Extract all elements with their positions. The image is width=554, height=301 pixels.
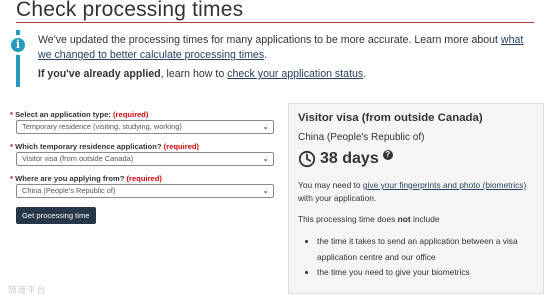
application-type-label-text: Select an application type:: [15, 110, 113, 119]
notice-line-1: We've updated the processing times for m…: [38, 33, 528, 63]
already-applied-text: If you've already applied: [38, 68, 161, 80]
notice-text: We've updated the processing times for m…: [38, 33, 528, 82]
info-icon: i: [8, 35, 28, 55]
notice-line2-end: .: [363, 68, 367, 80]
not-included-list: the time it takes to send an application…: [298, 234, 538, 281]
result-title: Visitor visa (from outside Canada): [298, 112, 483, 124]
not-include-bold: not: [397, 214, 411, 224]
page-title: Check processing times: [16, 0, 244, 21]
application-type-select[interactable]: Temporary residence (visiting, studying,…: [16, 120, 274, 134]
application-type-value: Temporary residence (visiting, studying,…: [22, 122, 182, 131]
biometrics-text: You may need to give your fingerprints a…: [298, 179, 538, 205]
clock-icon: [298, 150, 316, 168]
not-include-text: This processing time does not include: [298, 213, 538, 226]
biometrics-text-pre: You may need to: [298, 180, 363, 190]
applying-from-label: * Where are you applying from? (required…: [10, 173, 276, 184]
notice-line-2: If you've already applied, learn how to …: [38, 67, 528, 82]
residence-application-label: * Which temporary residence application?…: [10, 141, 276, 152]
processing-time-form: * Select an application type: (required)…: [10, 109, 276, 224]
chevron-down-icon: ⌄: [262, 122, 269, 131]
biometrics-text-post: with your application.: [298, 193, 377, 203]
get-processing-time-button[interactable]: Get processing time: [16, 207, 96, 224]
result-country: China (People's Republic of): [298, 132, 425, 143]
notice-line2-mid: , learn how to: [160, 68, 228, 80]
list-item: the time it takes to send an application…: [298, 234, 538, 265]
not-include-pre: This processing time does: [298, 214, 398, 224]
chevron-down-icon: ⌄: [262, 154, 269, 163]
watermark: 简度平台: [8, 285, 47, 295]
biometrics-link[interactable]: give your fingerprints and photo (biomet…: [363, 180, 526, 190]
processing-time: 38 days ?: [298, 150, 393, 168]
residence-application-value: Visitor visa (from outside Canada): [22, 154, 134, 163]
not-include-post: include: [410, 214, 440, 224]
required-star: *: [10, 110, 13, 119]
residence-application-label-text: Which temporary residence application?: [15, 142, 164, 151]
title-divider: [16, 22, 534, 23]
notice-text-after: .: [264, 49, 268, 61]
required-text: (required): [126, 174, 162, 183]
help-icon[interactable]: ?: [382, 150, 393, 160]
notice-text-before: We've updated the processing times for m…: [38, 34, 501, 46]
required-star: *: [10, 174, 13, 183]
result-panel: Visitor visa (from outside Canada) China…: [288, 103, 544, 294]
info-notice: i We've updated the processing times for…: [8, 30, 534, 87]
residence-application-select[interactable]: Visitor visa (from outside Canada) ⌄: [16, 152, 274, 166]
required-star: *: [10, 142, 13, 151]
applying-from-value: China (People's Republic of): [22, 186, 116, 195]
processing-days: 38 days: [320, 150, 379, 167]
application-type-label: * Select an application type: (required): [10, 109, 276, 120]
list-item: the time you need to give your biometric…: [298, 265, 538, 281]
applying-from-label-text: Where are you applying from?: [15, 174, 127, 183]
required-text: (required): [113, 110, 149, 119]
check-status-link[interactable]: check your application status: [227, 68, 363, 80]
applying-from-select[interactable]: China (People's Republic of) ⌄: [16, 184, 274, 198]
chevron-down-icon: ⌄: [262, 186, 269, 195]
required-text: (required): [163, 142, 200, 151]
